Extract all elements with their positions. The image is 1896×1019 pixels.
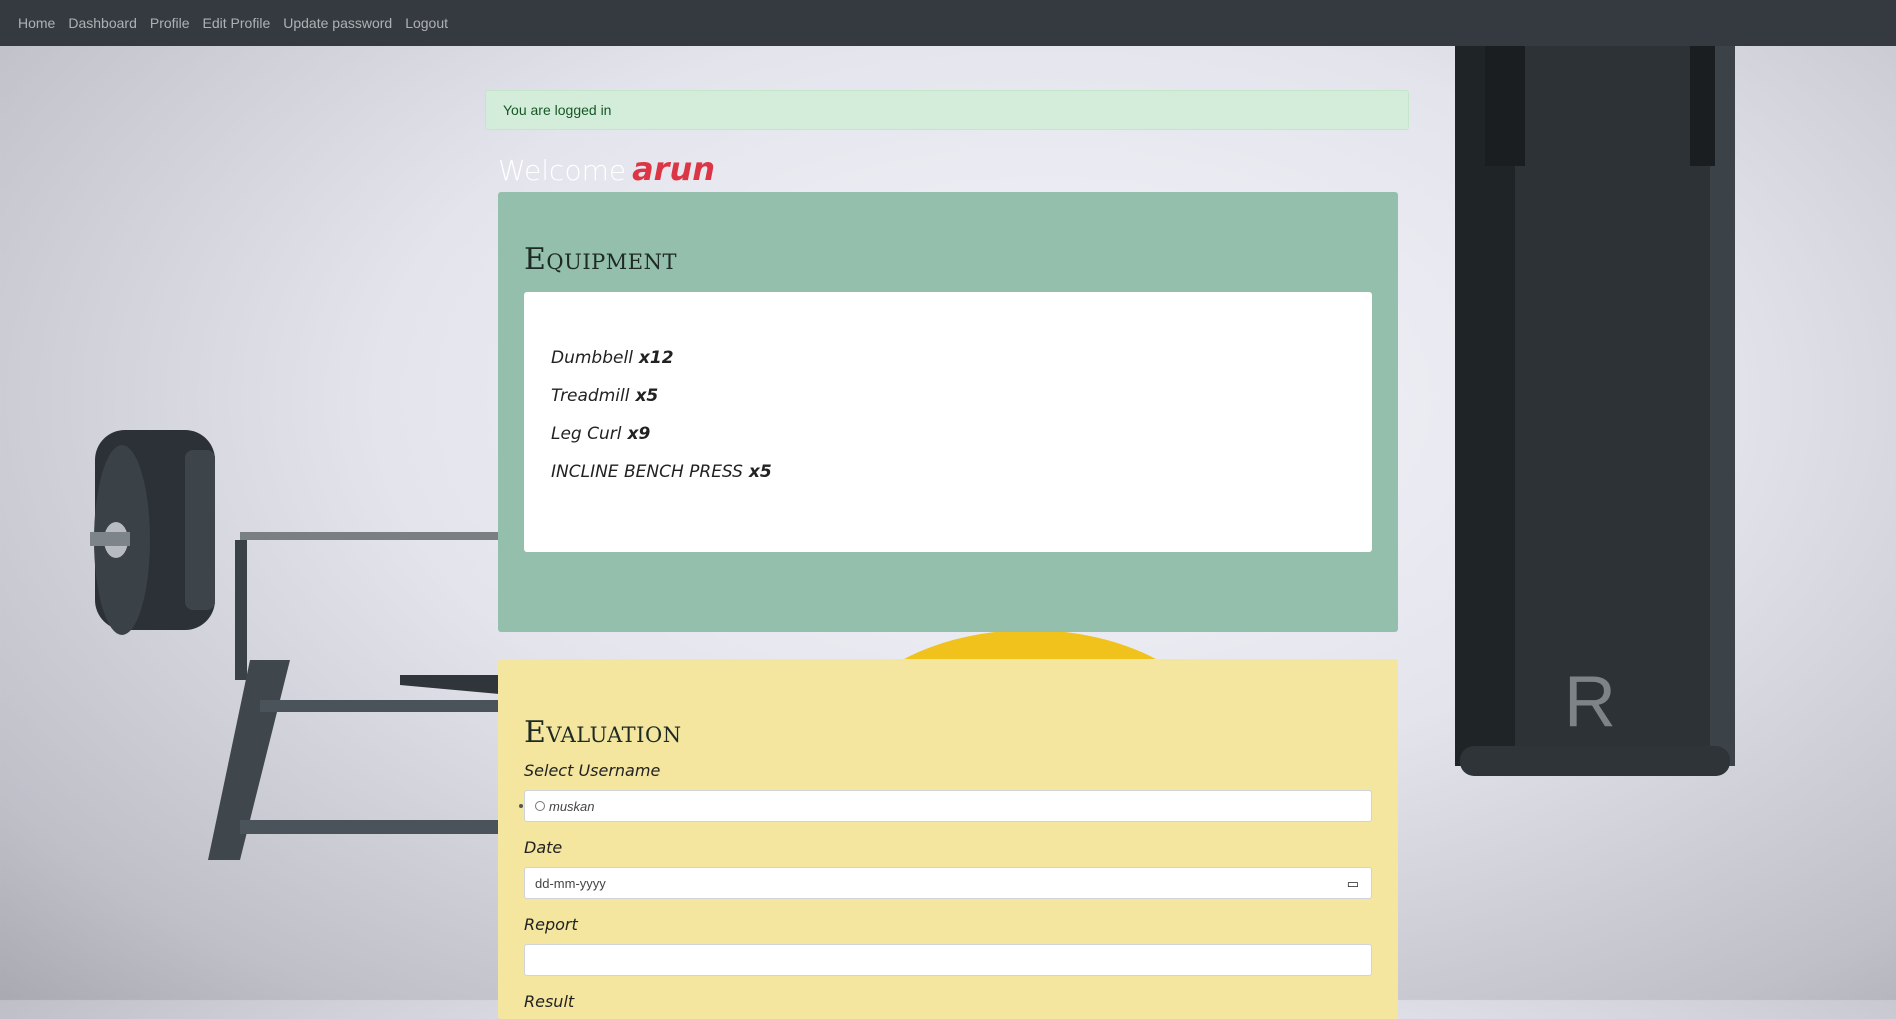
welcome-heading: Welcome arun: [498, 150, 715, 188]
equipment-name: Treadmill: [551, 386, 630, 406]
report-label: Report: [524, 915, 578, 934]
equipment-qty: x9: [627, 424, 651, 444]
equipment-qty: x12: [638, 348, 674, 368]
list-item: Treadmill x5: [551, 386, 658, 406]
equipment-name: Leg Curl: [551, 424, 622, 444]
equipment-qty: x5: [748, 462, 772, 482]
nav-update-password[interactable]: Update password: [283, 15, 392, 31]
top-navbar: Home Dashboard Profile Edit Profile Upda…: [0, 0, 1896, 46]
date-placeholder: dd-mm-yyyy: [535, 875, 606, 891]
equipment-qty: x5: [635, 386, 659, 406]
login-success-alert: You are logged in: [485, 90, 1409, 130]
username-radio-field[interactable]: muskan: [519, 790, 1372, 822]
equipment-title: Equipment: [524, 242, 677, 277]
result-label: Result: [524, 992, 575, 1011]
equipment-name: Dumbbell: [551, 348, 633, 368]
date-input[interactable]: dd-mm-yyyy ▭: [524, 867, 1372, 899]
evaluation-title: Evaluation: [524, 715, 682, 750]
radio-icon[interactable]: [535, 801, 545, 811]
username-option: muskan: [549, 798, 595, 814]
nav-edit-profile[interactable]: Edit Profile: [203, 15, 271, 31]
bench-press-image: [90, 430, 510, 860]
nav-profile[interactable]: Profile: [150, 15, 190, 31]
alert-text: You are logged in: [503, 102, 612, 118]
nav-logout[interactable]: Logout: [405, 15, 448, 31]
list-item: INCLINE BENCH PRESS x5: [551, 462, 772, 482]
nav-dashboard[interactable]: Dashboard: [68, 15, 137, 31]
welcome-prefix: Welcome: [498, 154, 627, 187]
equipment-list: Dumbbell x12 Treadmill x5 Leg Curl x9 INCLI…: [524, 292, 1372, 552]
evaluation-card: Evaluation Select Username muskan Date d…: [498, 659, 1398, 1019]
list-item: Dumbbell x12: [551, 348, 674, 368]
calendar-icon[interactable]: ▭: [1347, 876, 1359, 892]
list-item: Leg Curl x9: [551, 424, 650, 444]
svg-text:R: R: [1564, 662, 1616, 742]
nav-home[interactable]: Home: [18, 15, 55, 31]
date-label: Date: [524, 838, 563, 857]
punching-bag-image: R: [1455, 46, 1735, 776]
select-username-label: Select Username: [524, 761, 661, 780]
welcome-username: arun: [632, 150, 716, 188]
list-bullet: [519, 804, 523, 808]
equipment-card: Equipment Dumbbell x12 Treadmill x5 Leg Cu…: [498, 192, 1398, 632]
report-input[interactable]: [524, 944, 1372, 976]
equipment-name: INCLINE BENCH PRESS: [551, 462, 743, 482]
